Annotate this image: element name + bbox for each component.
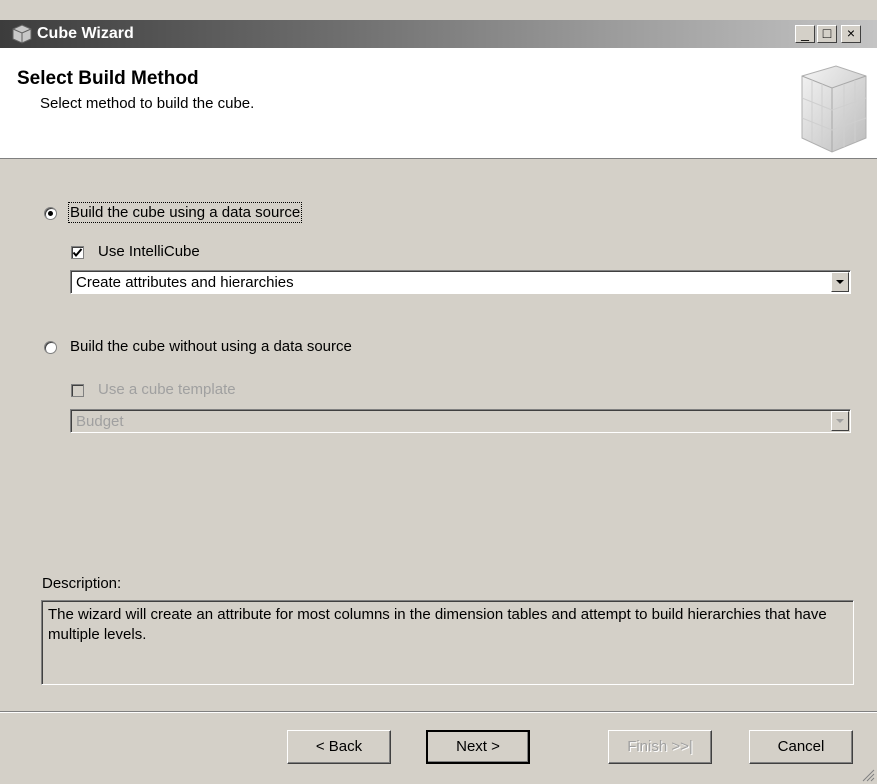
wizard-header: Select Build Method Select method to bui… xyxy=(0,48,877,159)
minimize-button[interactable]: _ xyxy=(795,25,815,43)
label-intellicube[interactable]: Use IntelliCube xyxy=(98,243,200,260)
back-button[interactable]: < Back xyxy=(287,730,391,764)
label-without-data-source[interactable]: Build the cube without using a data sour… xyxy=(70,338,352,355)
cube-template-select[interactable]: Budget xyxy=(70,409,851,433)
resize-grip-icon[interactable] xyxy=(861,768,875,782)
label-cube-template[interactable]: Use a cube template xyxy=(98,381,236,398)
checkmark-icon xyxy=(72,248,83,258)
intellicube-mode-select[interactable]: Create attributes and hierarchies xyxy=(70,270,851,294)
label-with-data-source[interactable]: Build the cube using a data source xyxy=(67,202,303,223)
next-button[interactable]: Next > xyxy=(426,730,530,764)
cube-template-value: Budget xyxy=(76,413,124,430)
close-button[interactable]: × xyxy=(841,25,861,43)
chevron-down-icon xyxy=(836,280,844,284)
description-label: Description: xyxy=(42,575,122,592)
cube-wizard-window: Cube Wizard _ □ × Select Build Method Se… xyxy=(0,0,877,784)
intellicube-mode-value: Create attributes and hierarchies xyxy=(76,274,294,291)
radio-selected-dot xyxy=(48,211,53,216)
finish-button[interactable]: Finish >>| xyxy=(608,730,712,764)
radio-without-data-source[interactable] xyxy=(44,341,57,354)
description-text: The wizard will create an attribute for … xyxy=(41,600,854,685)
chevron-down-icon xyxy=(836,419,844,423)
footer-divider xyxy=(0,711,877,713)
checkbox-intellicube[interactable] xyxy=(71,246,84,259)
page-subtitle: Select method to build the cube. xyxy=(40,95,255,112)
title-bar[interactable]: Cube Wizard _ □ × xyxy=(0,20,877,48)
dropdown-arrow-button-disabled[interactable] xyxy=(831,411,849,431)
dropdown-arrow-button[interactable] xyxy=(831,272,849,292)
maximize-button[interactable]: □ xyxy=(817,25,837,43)
window-title: Cube Wizard xyxy=(37,25,134,42)
radio-with-data-source[interactable] xyxy=(44,207,57,220)
cancel-button[interactable]: Cancel xyxy=(749,730,853,764)
page-title: Select Build Method xyxy=(17,68,199,89)
cube-app-icon xyxy=(12,24,32,44)
checkbox-cube-template[interactable] xyxy=(71,384,84,397)
cube-graphic-icon xyxy=(801,65,867,153)
